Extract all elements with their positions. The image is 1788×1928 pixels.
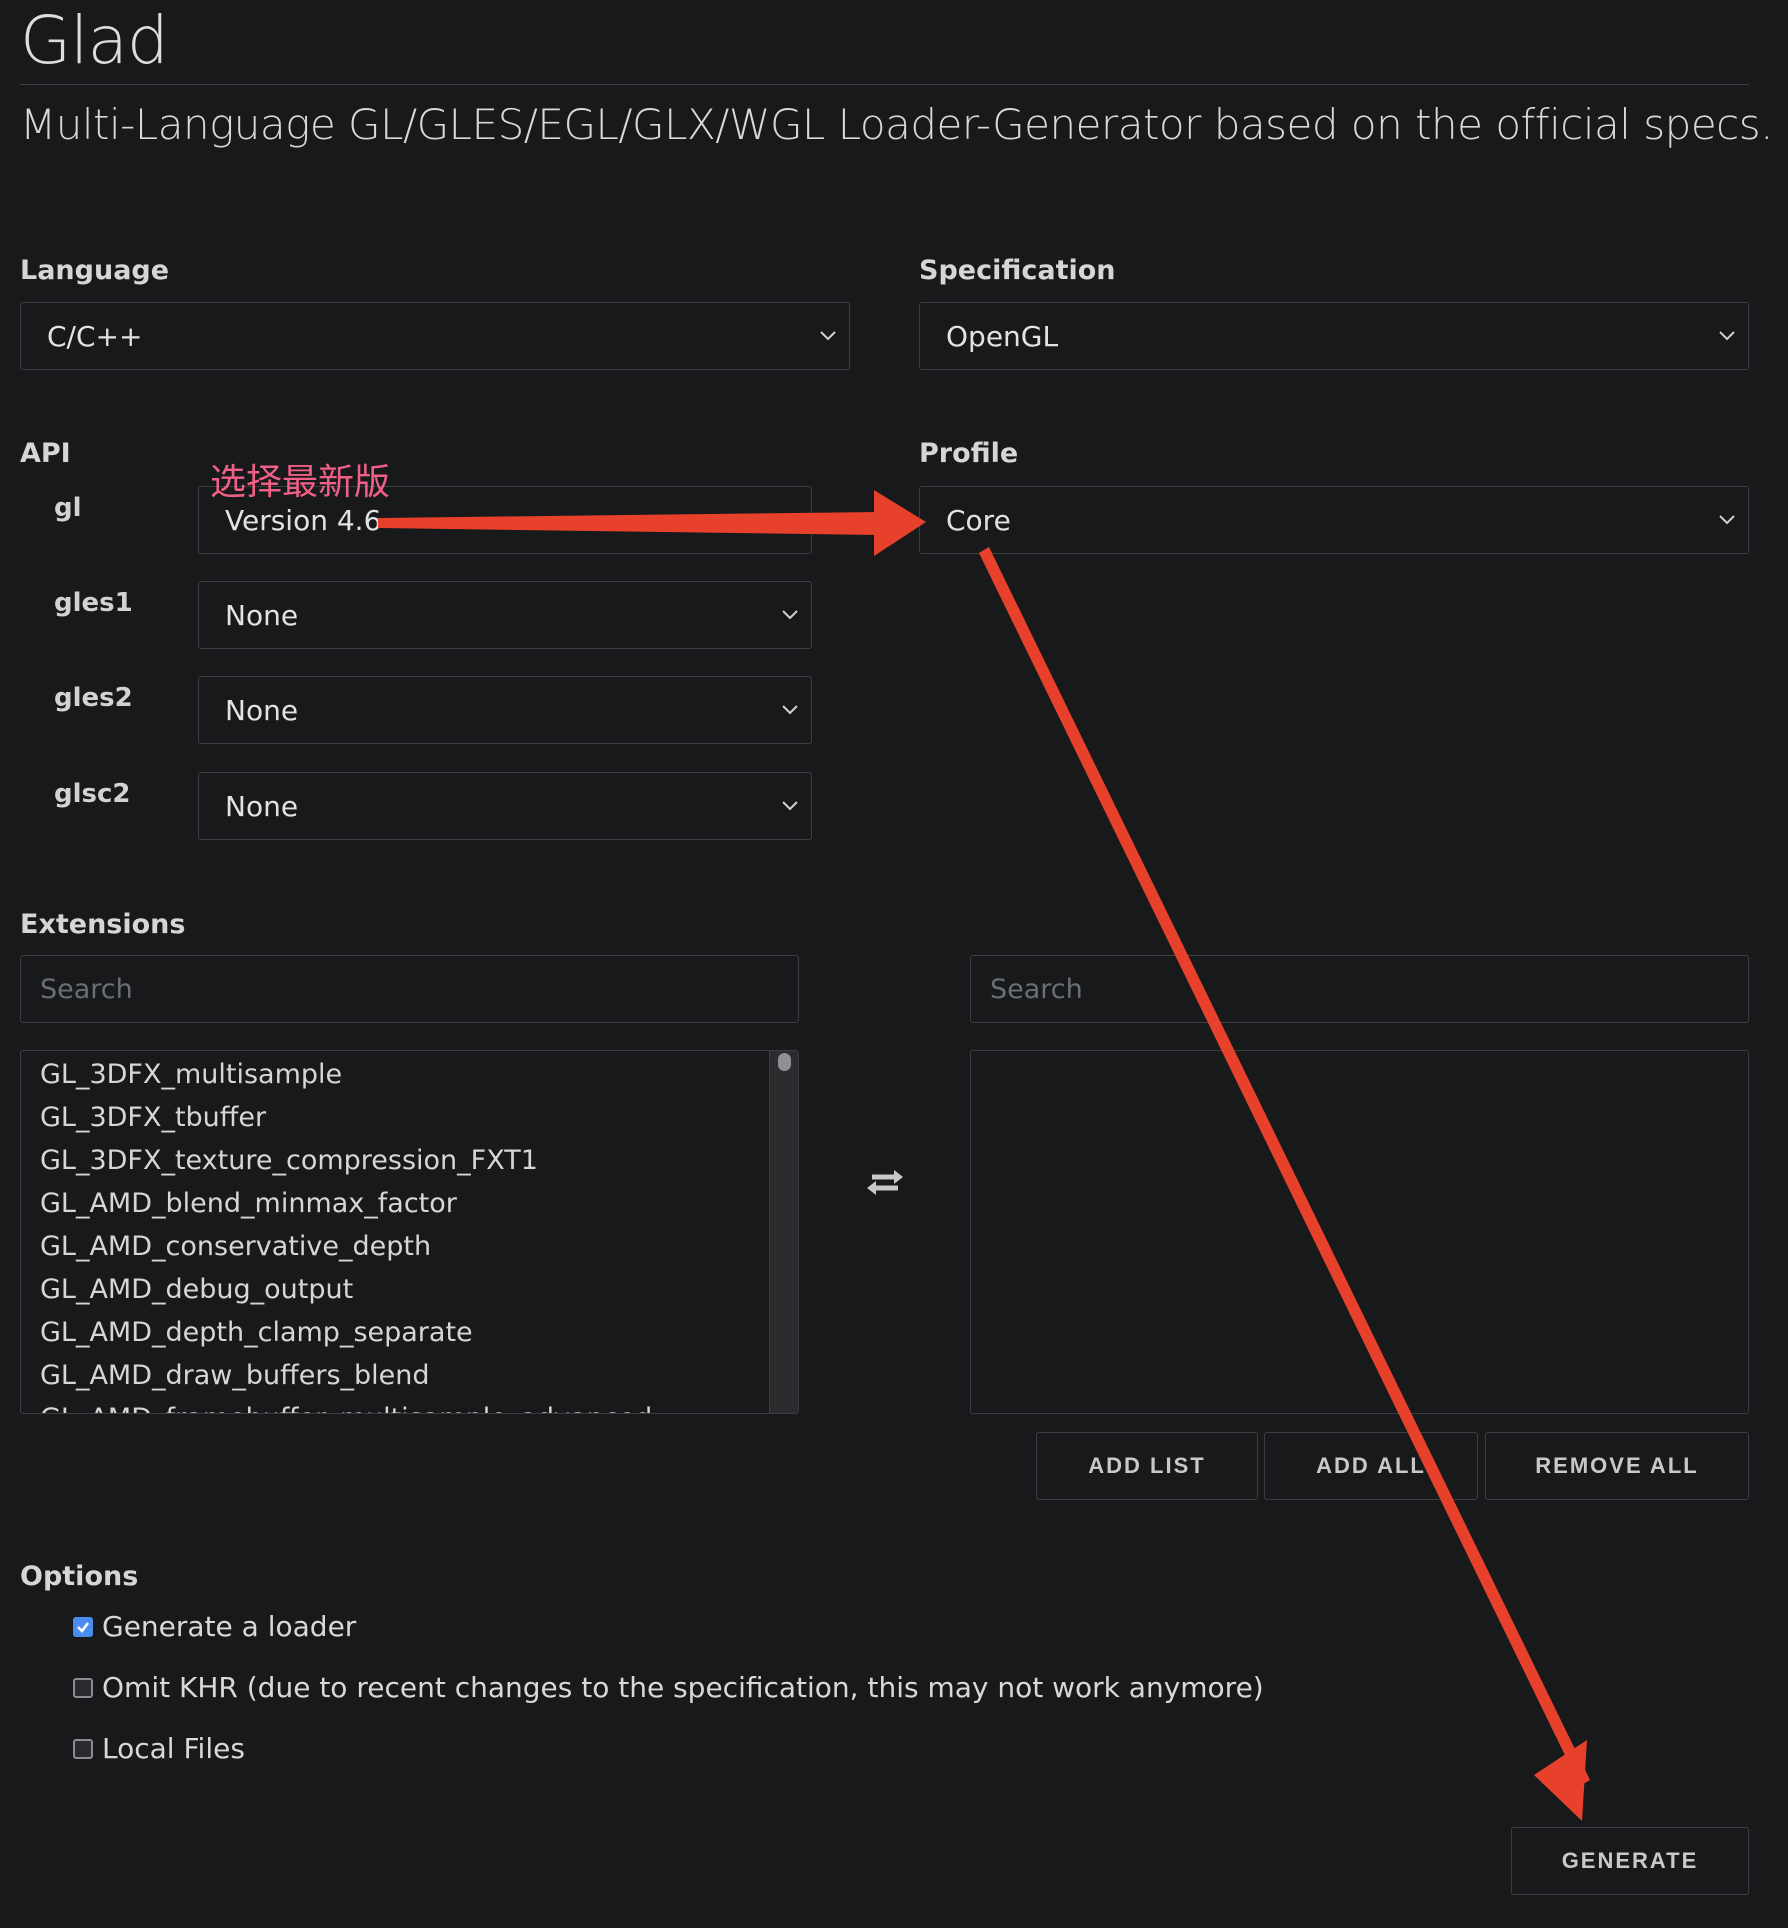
chevron-down-icon: [782, 705, 798, 715]
api-gles1-select[interactable]: None: [198, 581, 812, 649]
extensions-selected-search-input[interactable]: Search: [970, 955, 1749, 1023]
remove-all-button[interactable]: REMOVE ALL: [1485, 1432, 1749, 1500]
generate-loader-checkbox[interactable]: [73, 1617, 93, 1637]
local-files-checkbox[interactable]: [73, 1739, 93, 1759]
add-all-button[interactable]: ADD ALL: [1264, 1432, 1478, 1500]
chevron-down-icon: [820, 331, 836, 341]
extensions-label: Extensions: [20, 909, 186, 940]
scrollbar-thumb[interactable]: [778, 1053, 791, 1071]
extensions-available-search-input[interactable]: Search: [20, 955, 799, 1023]
search-placeholder: Search: [990, 973, 1083, 1005]
api-gles2-select[interactable]: None: [198, 676, 812, 744]
annotation-arrow-head-2: [1534, 1740, 1587, 1821]
omit-khr-checkbox[interactable]: [73, 1678, 93, 1698]
chevron-down-icon: [782, 515, 798, 525]
omit-khr-label[interactable]: Omit KHR (due to recent changes to the s…: [102, 1671, 1264, 1704]
api-glsc2-select[interactable]: None: [198, 772, 812, 840]
options-label: Options: [20, 1561, 139, 1592]
swap-arrows-icon[interactable]: [864, 1166, 906, 1200]
list-item[interactable]: GL_AMD_draw_buffers_blend: [21, 1354, 798, 1397]
list-item[interactable]: GL_3DFX_texture_compression_FXT1: [21, 1139, 798, 1182]
chevron-down-icon: [1719, 515, 1735, 525]
list-item[interactable]: GL_3DFX_tbuffer: [21, 1096, 798, 1139]
specification-select[interactable]: OpenGL: [919, 302, 1749, 370]
specification-label: Specification: [919, 255, 1116, 286]
language-select-value: C/C++: [47, 319, 143, 353]
api-row-label-glsc2: glsc2: [54, 779, 131, 809]
api-label: API: [20, 438, 71, 469]
api-gl-value: Version 4.6: [225, 503, 382, 537]
checkmark-icon: [77, 1622, 89, 1633]
list-item[interactable]: GL_3DFX_multisample: [21, 1053, 798, 1096]
chevron-down-icon: [1719, 331, 1735, 341]
api-row-label-gles1: gles1: [54, 588, 133, 618]
list-item[interactable]: GL_AMD_depth_clamp_separate: [21, 1311, 798, 1354]
title-divider: [20, 84, 1749, 85]
generate-loader-label[interactable]: Generate a loader: [102, 1610, 356, 1643]
search-placeholder: Search: [40, 973, 133, 1005]
annotation-text: 选择最新版: [210, 462, 391, 503]
list-item[interactable]: GL_AMD_blend_minmax_factor: [21, 1182, 798, 1225]
page-subtitle: Multi-Language GL/GLES/EGL/GLX/WGL Loade…: [20, 100, 1773, 149]
api-row-label-gl: gl: [54, 493, 82, 523]
list-scrollbar[interactable]: [769, 1051, 798, 1413]
chevron-down-icon: [782, 610, 798, 620]
list-item[interactable]: GL_AMD_debug_output: [21, 1268, 798, 1311]
api-gles1-value: None: [225, 598, 299, 632]
profile-select-value: Core: [946, 503, 1011, 537]
api-row-label-gles2: gles2: [54, 683, 133, 713]
list-item[interactable]: GL_AMD_conservative_depth: [21, 1225, 798, 1268]
extensions-available-list[interactable]: GL_3DFX_multisample GL_3DFX_tbuffer GL_3…: [20, 1050, 799, 1414]
generate-button[interactable]: GENERATE: [1511, 1827, 1749, 1895]
add-list-button[interactable]: ADD LIST: [1036, 1432, 1258, 1500]
language-select[interactable]: C/C++: [20, 302, 850, 370]
local-files-label[interactable]: Local Files: [102, 1732, 245, 1765]
list-item[interactable]: GL_AMD_framebuffer_multisample_advanced: [21, 1397, 798, 1413]
extensions-selected-list[interactable]: [970, 1050, 1749, 1414]
chevron-down-icon: [782, 801, 798, 811]
api-gles2-value: None: [225, 693, 299, 727]
profile-select[interactable]: Core: [919, 486, 1749, 554]
page-title: Glad: [20, 2, 169, 79]
specification-select-value: OpenGL: [946, 319, 1059, 353]
api-glsc2-value: None: [225, 789, 299, 823]
profile-label: Profile: [919, 438, 1019, 469]
language-label: Language: [20, 255, 170, 286]
